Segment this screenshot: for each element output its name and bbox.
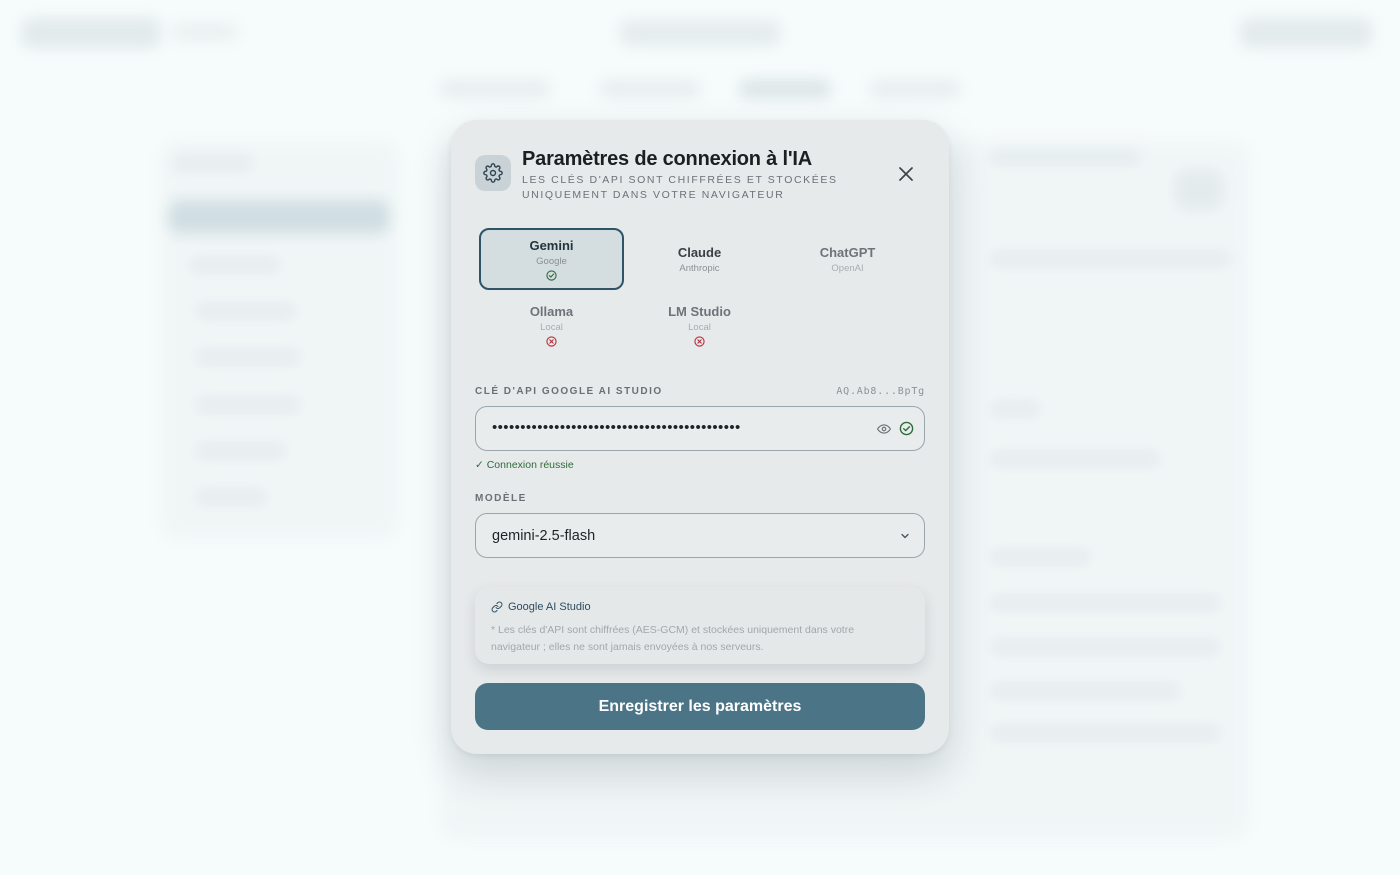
- api-key-input[interactable]: ••••••••••••••••••••••••••••••••••••••••…: [475, 406, 925, 451]
- background-line: [196, 350, 300, 364]
- background-line: [990, 550, 1090, 564]
- background-nav-item: [740, 80, 830, 98]
- error-circle-icon: [694, 336, 705, 347]
- background-header-center: [620, 20, 780, 46]
- provider-vendor: Anthropic: [679, 263, 720, 274]
- provider-name: Ollama: [529, 304, 574, 319]
- provider-vendor: Google: [536, 256, 567, 267]
- api-key-label: Clé d'API Google AI Studio: [475, 386, 663, 397]
- link-icon: [491, 601, 503, 613]
- background-line: [172, 156, 252, 170]
- dialog-subtitle: Les clés d'API sont chiffrées et stockée…: [522, 174, 838, 201]
- background-line: [196, 444, 286, 458]
- background-line: [196, 398, 300, 412]
- valid-check-icon: [899, 421, 914, 441]
- show-key-button[interactable]: [877, 422, 891, 441]
- background-logo: [22, 18, 160, 48]
- gear-icon: [475, 155, 511, 191]
- background-line: [990, 252, 1230, 266]
- background-button: [1175, 170, 1223, 210]
- connection-success-message: ✓ Connexion réussie: [475, 459, 574, 471]
- provider-name: Gemini: [529, 238, 574, 253]
- api-key-hint: AQ.Ab8...BpTg: [836, 386, 925, 397]
- provider-vendor: OpenAI: [831, 263, 864, 274]
- background-line: [990, 150, 1140, 164]
- background-nav-item: [870, 80, 960, 98]
- background-line: [990, 452, 1160, 466]
- ai-settings-dialog: Paramètres de connexion à l'IA Les clés …: [451, 120, 949, 754]
- background-line: [990, 726, 1220, 740]
- background-nav-item: [440, 80, 550, 98]
- provider-option-chatgpt[interactable]: ChatGPT OpenAI: [775, 236, 920, 298]
- dialog-title: Paramètres de connexion à l'IA: [522, 148, 812, 170]
- model-value: gemini-2.5-flash: [492, 528, 596, 544]
- background-line: [990, 402, 1040, 416]
- provider-vendor: Local: [540, 322, 563, 333]
- background-line: [990, 640, 1220, 654]
- background-line: [196, 490, 266, 504]
- save-button[interactable]: Enregistrer les paramètres: [475, 683, 925, 730]
- provider-vendor: Local: [688, 322, 711, 333]
- background-line: [196, 304, 296, 318]
- background-selected-item: [168, 200, 390, 234]
- background-line: [990, 684, 1180, 698]
- error-circle-icon: [546, 336, 557, 347]
- security-note: * Les clés d'API sont chiffrées (AES-GCM…: [491, 624, 855, 653]
- background-line: [990, 596, 1220, 610]
- provider-name: ChatGPT: [819, 245, 876, 260]
- background-logo-text: [172, 24, 238, 40]
- api-key-value: ••••••••••••••••••••••••••••••••••••••••…: [492, 419, 741, 436]
- background-topbar: [0, 0, 1400, 68]
- provider-option-lmstudio[interactable]: LM Studio Local: [627, 296, 772, 358]
- background-line: [190, 258, 280, 272]
- provider-name: Claude: [677, 245, 722, 260]
- chevron-down-icon: [901, 533, 909, 539]
- background-nav-item: [600, 80, 700, 98]
- check-circle-icon: [546, 270, 557, 281]
- eye-icon: [877, 424, 891, 434]
- close-button[interactable]: [895, 163, 917, 185]
- model-select[interactable]: gemini-2.5-flash: [475, 513, 925, 558]
- provider-option-ollama[interactable]: Ollama Local: [479, 296, 624, 358]
- link-label: Google AI Studio: [508, 601, 591, 613]
- provider-name: LM Studio: [668, 304, 731, 319]
- background-header-actions: [1240, 18, 1372, 48]
- close-icon: [899, 167, 913, 181]
- info-card: Google AI Studio * Les clés d'API sont c…: [475, 587, 925, 664]
- provider-option-gemini[interactable]: Gemini Google: [479, 228, 624, 290]
- provider-option-claude[interactable]: Claude Anthropic: [627, 236, 772, 298]
- model-label: Modèle: [475, 493, 527, 504]
- google-ai-studio-link[interactable]: Google AI Studio: [491, 601, 591, 613]
